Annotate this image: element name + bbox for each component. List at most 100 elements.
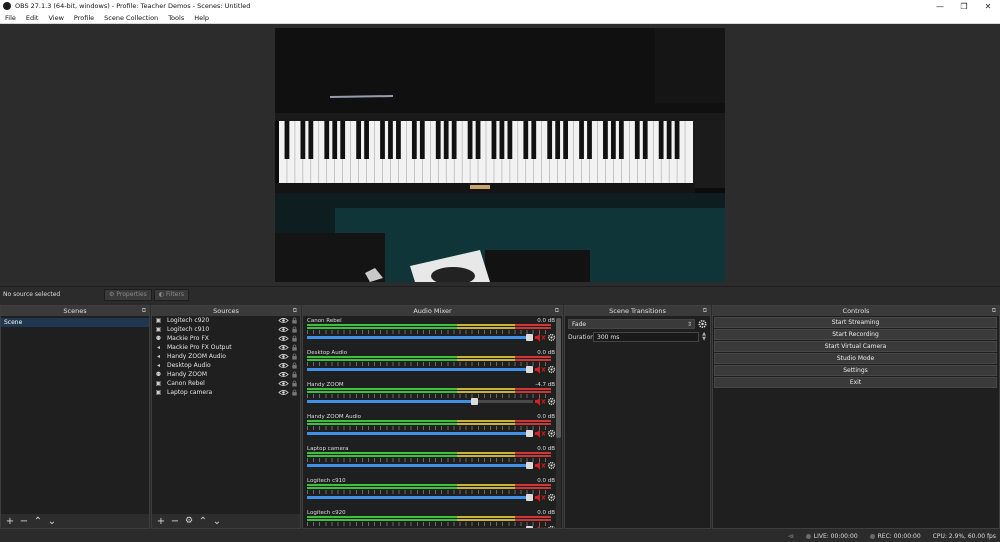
source-item[interactable]: ▣ Canon Rebel	[152, 379, 300, 388]
lock-icon[interactable]	[289, 371, 300, 378]
exit-button[interactable]: Exit	[714, 377, 997, 388]
mute-speaker-icon[interactable]	[534, 365, 546, 374]
volume-slider[interactable]	[307, 494, 533, 501]
volume-slider[interactable]	[307, 398, 533, 405]
eye-icon[interactable]	[278, 380, 289, 387]
add-icon[interactable]: +	[154, 515, 168, 527]
mixer-scrollbar[interactable]	[556, 318, 561, 528]
volume-slider[interactable]	[307, 430, 533, 437]
mute-speaker-icon[interactable]	[534, 525, 546, 528]
eye-icon[interactable]	[278, 326, 289, 333]
source-item[interactable]: ▣ Logitech c910	[152, 325, 300, 334]
move-down-icon[interactable]: ⌄	[210, 515, 224, 527]
volume-slider-handle[interactable]	[526, 494, 533, 501]
source-item[interactable]: ▣ Logitech c920	[152, 316, 300, 325]
remove-icon[interactable]: −	[17, 515, 31, 527]
preview-canvas[interactable]	[275, 28, 725, 282]
move-up-icon[interactable]: ⌃	[196, 515, 210, 527]
gear-icon[interactable]	[547, 525, 556, 528]
undock-icon[interactable]: ⧉	[142, 307, 146, 315]
mute-speaker-icon[interactable]	[534, 397, 546, 406]
start-streaming-button[interactable]: Start Streaming	[714, 317, 997, 328]
move-down-icon[interactable]: ⌄	[45, 515, 59, 527]
spin-down-icon[interactable]: ▼	[702, 337, 706, 342]
gear-icon[interactable]	[547, 333, 556, 342]
volume-slider[interactable]	[307, 462, 533, 469]
controls-dock: Controls ⧉ Start Streaming Start Recordi…	[712, 305, 1000, 529]
volume-slider[interactable]	[307, 366, 533, 373]
volume-slider-handle[interactable]	[526, 526, 533, 528]
volume-slider[interactable]	[307, 334, 533, 341]
source-item[interactable]: ◂ Desktop Audio	[152, 361, 300, 370]
duration-input[interactable]: 300 ms	[593, 332, 699, 342]
eye-icon[interactable]	[278, 353, 289, 360]
studio-mode-button[interactable]: Studio Mode	[714, 353, 997, 364]
eye-icon[interactable]	[278, 317, 289, 324]
volume-slider-handle[interactable]	[526, 430, 533, 437]
transition-select[interactable]: Fade ⇕	[568, 319, 695, 329]
menu-help[interactable]: Help	[189, 14, 214, 22]
volume-slider-handle[interactable]	[526, 462, 533, 469]
gear-icon[interactable]	[547, 429, 556, 438]
gear-icon[interactable]	[547, 461, 556, 470]
close-icon[interactable]: ✕	[976, 0, 1000, 12]
eye-icon[interactable]	[278, 335, 289, 342]
lock-icon[interactable]	[289, 380, 300, 387]
scene-item[interactable]: Scene	[1, 318, 149, 327]
mute-speaker-icon[interactable]	[534, 333, 546, 342]
gear-icon[interactable]: ⚙	[182, 515, 196, 527]
properties-button[interactable]: ⚙ Properties	[104, 288, 152, 301]
menu-profile[interactable]: Profile	[69, 14, 99, 22]
mute-speaker-icon[interactable]	[534, 493, 546, 502]
duration-spinner[interactable]: ▲ ▼	[700, 332, 708, 342]
menu-scene-collection[interactable]: Scene Collection	[99, 14, 163, 22]
meter-red-segment	[515, 484, 551, 486]
undock-icon[interactable]: ⧉	[703, 307, 707, 315]
filters-button[interactable]: ◐ Filters	[153, 288, 189, 301]
gear-icon[interactable]	[547, 365, 556, 374]
start-virtual-camera-button[interactable]: Start Virtual Camera	[714, 341, 997, 352]
undock-icon[interactable]: ⧉	[992, 307, 996, 315]
meter-red-segment	[515, 356, 551, 358]
undock-icon[interactable]: ⧉	[555, 307, 559, 315]
gear-icon[interactable]	[547, 397, 556, 406]
lock-icon[interactable]	[289, 317, 300, 324]
gear-icon[interactable]	[547, 493, 556, 502]
settings-button[interactable]: Settings	[714, 365, 997, 376]
eye-icon[interactable]	[278, 371, 289, 378]
menu-tools[interactable]: Tools	[163, 14, 189, 22]
remove-icon[interactable]: −	[168, 515, 182, 527]
menu-file[interactable]: File	[0, 14, 21, 22]
mute-speaker-icon[interactable]	[534, 461, 546, 470]
lock-icon[interactable]	[289, 326, 300, 333]
eye-icon[interactable]	[278, 362, 289, 369]
source-item[interactable]: ▣ Laptop camera	[152, 388, 300, 397]
source-item[interactable]: ⚉ Mackie Pro FX	[152, 334, 300, 343]
lock-icon[interactable]	[289, 389, 300, 396]
restore-icon[interactable]: ❐	[952, 0, 976, 12]
volume-slider-handle[interactable]	[526, 334, 533, 341]
eye-icon[interactable]	[278, 344, 289, 351]
eye-icon[interactable]	[278, 389, 289, 396]
menu-edit[interactable]: Edit	[21, 14, 44, 22]
lock-icon[interactable]	[289, 362, 300, 369]
source-item[interactable]: ◂ Handy ZOOM Audio	[152, 352, 300, 361]
volume-slider-handle[interactable]	[471, 398, 479, 405]
minimize-icon[interactable]: —	[928, 0, 952, 12]
source-item[interactable]: ⚉ Handy ZOOM	[152, 370, 300, 379]
obs-logo-icon	[3, 2, 11, 10]
move-up-icon[interactable]: ⌃	[31, 515, 45, 527]
lock-icon[interactable]	[289, 353, 300, 360]
scrollbar-thumb[interactable]	[556, 318, 561, 438]
start-recording-button[interactable]: Start Recording	[714, 329, 997, 340]
lock-icon[interactable]	[289, 344, 300, 351]
source-item[interactable]: ◂ Mackie Pro FX Output	[152, 343, 300, 352]
undock-icon[interactable]: ⧉	[293, 307, 297, 315]
menu-view[interactable]: View	[43, 14, 68, 22]
lock-icon[interactable]	[289, 335, 300, 342]
camera-icon: ▣	[155, 326, 162, 333]
mute-speaker-icon[interactable]	[534, 429, 546, 438]
gear-icon[interactable]	[697, 319, 708, 329]
volume-slider-handle[interactable]	[526, 366, 533, 373]
add-icon[interactable]: +	[3, 515, 17, 527]
